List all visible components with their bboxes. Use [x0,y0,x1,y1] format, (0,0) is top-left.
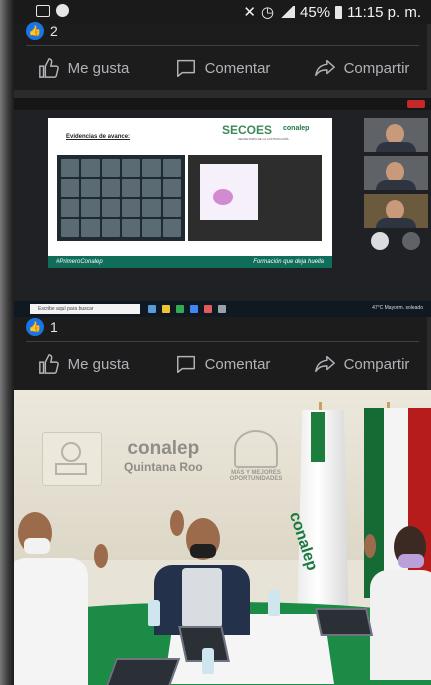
video-grid-thumbnail [57,155,185,241]
water-bottle-2 [268,590,280,616]
slide-org-name: SECOES [222,123,273,137]
status-left [36,4,69,17]
post2-like-label: Me gusta [67,355,130,373]
status-right: ✕ ◷ 45% 11:15 p. m. [243,3,421,22]
state-emblem [42,432,102,486]
like-reaction-icon: 👍 [26,22,44,40]
alarm-icon: ◷ [260,4,275,21]
post1-share-label: Compartir [343,59,410,77]
windows-taskbar: Escribe aquí para buscar 47°C Mayorm. so… [14,301,431,317]
participant-video-3 [364,194,428,228]
post1-share-button[interactable]: Compartir [292,48,431,88]
emblem-icon [55,442,87,475]
wall-logo-text: conalep [127,438,200,459]
presentation-slide: Evidencias de avance: SECOES SECRETARÍA … [48,118,332,268]
post1-like-button[interactable]: Me gusta [14,48,153,88]
slide-hashtag: #PrimeroConalep [56,259,103,265]
gallery-icon [36,4,50,17]
wall-conalep-logo: conalep Quintana Roo [124,438,203,474]
taskbar-search: Escribe aquí para buscar [30,304,140,314]
like-reaction-icon: 👍 [26,318,44,336]
slide-org-subtitle: SECRETARÍA DE LA CONTRALORÍA [238,137,289,141]
post2-likes-count: 1 [50,319,58,335]
mic-button [371,232,389,250]
post1-actions: Me gusta Comentar Compartir [14,48,431,88]
post2-comment-label: Comentar [204,355,271,373]
post2-divider [26,341,419,342]
slide-title: Evidencias de avance: [66,134,131,140]
thumbs-up-icon [38,58,59,78]
post2-share-label: Compartir [343,355,410,373]
app-frame: ✕ ◷ 45% 11:15 p. m. 👍 2 Me gusta Comenta… [0,0,431,685]
meeting-screenshot[interactable]: Evidencias de avance: SECOES SECRETARÍA … [14,90,431,317]
slide-conalep-logo: conalep [283,125,310,132]
share-icon [314,59,335,77]
taskbar-weather: 47°C Mayorm. soleado [372,305,423,311]
post1-comment-button[interactable]: Comentar [153,48,292,88]
post1-likes-count: 2 [50,23,58,39]
post1-comment-label: Comentar [204,59,271,77]
thumbs-up-icon [38,354,59,374]
wall-right-logo: MÁS Y MEJORES OPORTUNIDADES [227,430,285,482]
slide-tagline: Formación que deja huella [253,259,324,265]
comment-icon [176,355,195,373]
wall-logo-subtext: Quintana Roo [124,460,203,474]
wall-right-text: MÁS Y MEJORES OPORTUNIDADES [229,470,283,482]
participant-video-1 [364,118,428,152]
laptop-right [315,608,373,636]
left-edge [0,0,14,685]
water-bottle-1 [148,600,160,626]
status-bar: ✕ ◷ 45% 11:15 p. m. [14,0,431,24]
conalep-flag-band [311,412,325,462]
leave-button [407,100,425,108]
post1-divider [26,45,419,46]
post1-like-label: Me gusta [67,59,130,77]
participant-video-2 [364,156,428,190]
post2-share-button[interactable]: Compartir [292,344,431,384]
status-time: 11:15 p. m. [347,3,421,21]
meeting-room-photo[interactable]: conalep Quintana Roo MÁS Y MEJORES OPORT… [14,390,431,685]
post2-comment-button[interactable]: Comentar [153,344,292,384]
comment-icon [176,59,195,77]
meeting-titlebar [14,90,431,98]
taskbar-apps [148,305,226,313]
wall-right-emblem [234,430,278,468]
messenger-icon [56,4,69,17]
laptop-left [103,658,181,685]
battery-percent: 45% [300,3,331,21]
post2-reactions[interactable]: 👍 1 [26,318,58,336]
share-icon [314,355,335,373]
post1-reactions[interactable]: 👍 2 [26,22,58,40]
mute-icon: ✕ [243,4,256,21]
battery-icon [335,5,343,19]
post2-actions: Me gusta Comentar Compartir [14,344,431,384]
shared-slide-thumbnail [188,155,322,241]
camera-button [402,232,420,250]
meeting-toolbar [14,98,431,110]
signal-icon [279,6,296,18]
water-bottle-3 [202,648,214,674]
post2-like-button[interactable]: Me gusta [14,344,153,384]
slide-footer: #PrimeroConalep Formación que deja huell… [48,256,332,268]
